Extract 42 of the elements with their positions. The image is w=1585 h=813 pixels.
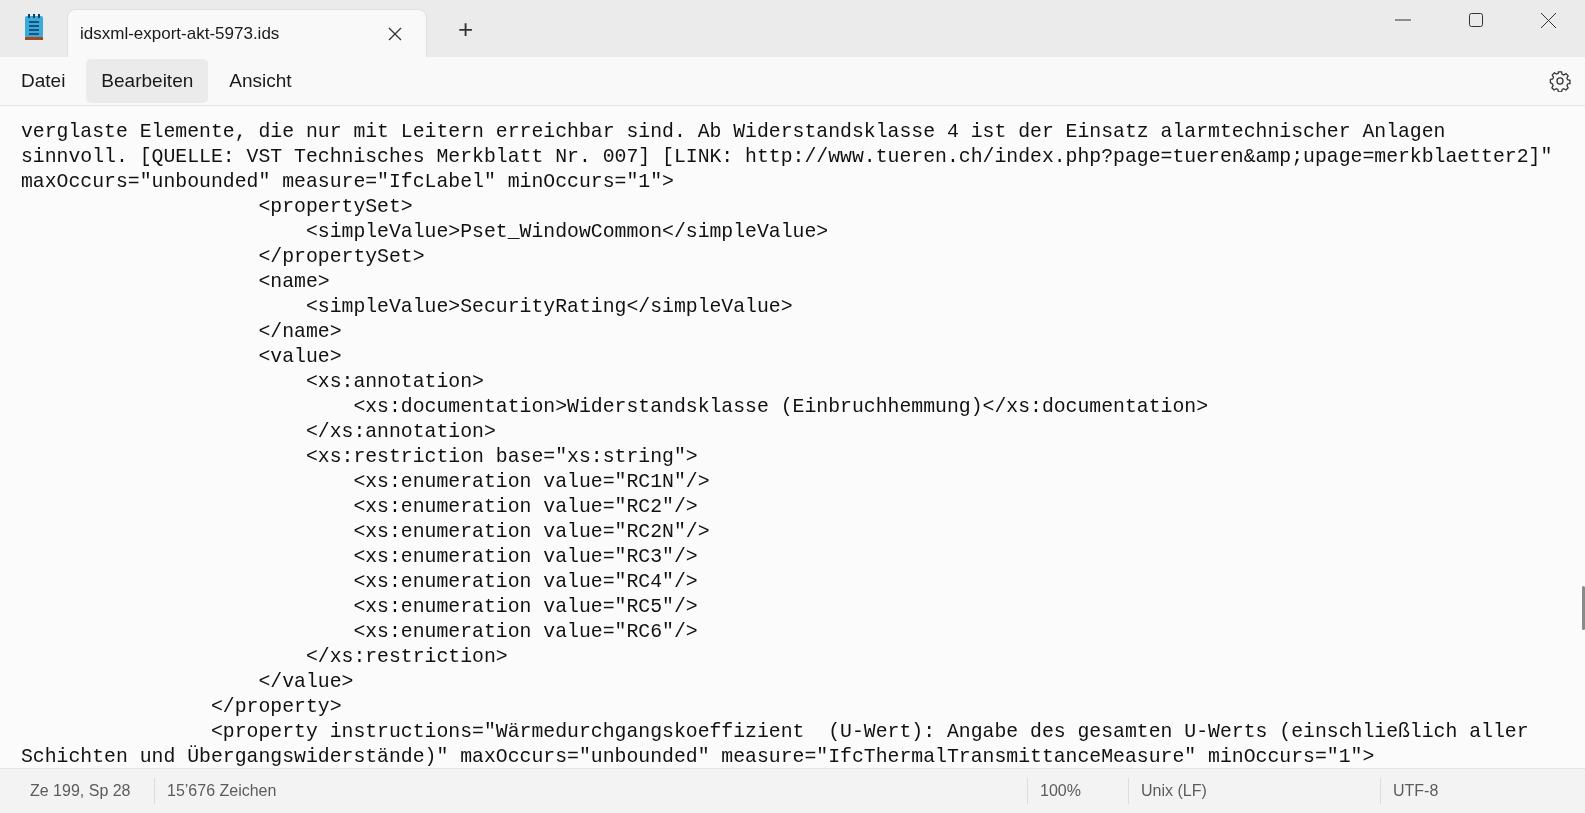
code-line: <xs:enumeration value="RC3"/> — [352, 545, 698, 570]
code-line: <name> — [257, 270, 330, 295]
status-text: UTF-8 — [1380, 778, 1451, 804]
close-icon[interactable] — [1541, 12, 1556, 28]
code-line: maxOccurs="unbounded" measure="IfcLabel" minOccurs="1"> — [21, 170, 674, 195]
code-line: </xs:annotation> — [304, 420, 496, 445]
code-line: </name> — [257, 320, 342, 345]
code-line: <propertySet> — [257, 195, 413, 220]
status-text: Ze 199, Sp 28 — [29, 781, 132, 801]
status-text: Unix (LF) — [1128, 778, 1380, 804]
menu-item[interactable]: Ansicht — [214, 59, 307, 103]
code-line: <xs:enumeration value="RC2N"/> — [352, 520, 710, 545]
code-line: <xs:restriction base="xs:string"> — [304, 445, 698, 470]
code-line: <xs:documentation>Widerstandsklasse (Einbruchhemmung)</xs:documentation> — [352, 395, 1209, 420]
code-line: </property> — [209, 695, 342, 720]
code-line: <property instructions="Wärmedurchgangskoeffizient (U-Wert): Angabe des gesamten U-Werts (einschließlich aller — [209, 720, 1529, 745]
scrollbar-thumb[interactable] — [1582, 586, 1585, 630]
settings-icon[interactable] — [1549, 70, 1571, 92]
code-line: <simpleValue>Pset_WindowCommon</simpleValue> — [304, 220, 829, 245]
status-text: 15’676 Zeichen — [154, 778, 1027, 804]
close-icon[interactable] — [388, 26, 402, 41]
code-line: <simpleValue>SecurityRating</simpleValue> — [304, 295, 793, 320]
code-line: <xs:enumeration value="RC6"/> — [352, 620, 698, 645]
code-line: verglaste Elemente, die nur mit Leitern erreichbar sind. Ab Widerstandsklasse 4 ist der Einsatz alarmtechnischer Anlagen — [21, 120, 1446, 145]
code-line: <xs:annotation> — [304, 370, 484, 395]
code-line: Schichten und Übergangswiderstände)" maxOccurs="unbounded" measure="IfcThermalTransmittanceMeasure" minOccurs="1"> — [21, 745, 1375, 768]
notepad-icon — [23, 13, 45, 41]
code-line: <xs:enumeration value="RC1N"/> — [352, 470, 710, 495]
code-line: <value> — [257, 345, 342, 370]
menu-item[interactable]: Bearbeiten — [86, 59, 209, 103]
code-line: <xs:enumeration value="RC4"/> — [352, 570, 698, 595]
code-line: sinnvoll. [QUELLE: VST Technisches Merkblatt Nr. 007] [LINK: http://www.tueren.ch/index.php?page=tueren&amp;upage=merkblaetter2]" — [21, 145, 1553, 170]
menu-item[interactable]: Datei — [6, 59, 81, 103]
file-tab[interactable]: idsxml-export-akt-5973.ids — [68, 10, 426, 57]
new-tab-button[interactable]: + — [450, 14, 482, 45]
code-line: </xs:restriction> — [304, 645, 508, 670]
code-line: </propertySet> — [257, 245, 425, 270]
code-line: <xs:enumeration value="RC5"/> — [352, 595, 698, 620]
code-line: <xs:enumeration value="RC2"/> — [352, 495, 698, 520]
status-text: 100% — [1027, 778, 1128, 804]
code-line: </value> — [257, 670, 354, 695]
maximize-icon[interactable] — [1469, 13, 1483, 27]
